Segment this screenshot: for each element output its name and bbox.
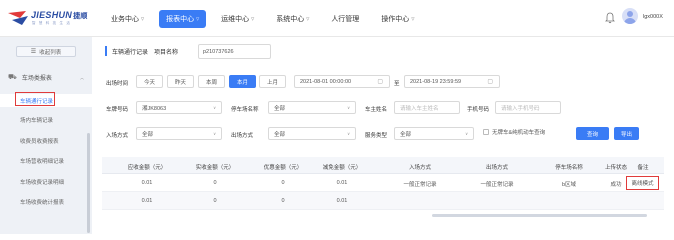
sidebar: ☰ 收起列表 ⛟ 车场类报表 ︿ 车辆通行记录 场内车辆记录 收费员收费报表 车… <box>0 37 92 234</box>
page-title-bar: 车辆通行记录 项目名称 <box>105 45 181 57</box>
calendar-icon: ▢ <box>487 79 493 85</box>
nav-reports[interactable]: 报表中心 ▽ <box>159 9 207 28</box>
chevron-down-icon: ∨ <box>213 131 216 136</box>
phone-input[interactable]: 请输入手机号码 <box>495 101 561 114</box>
collapse-list-button[interactable]: ☰ 收起列表 <box>16 46 76 57</box>
main-nav: 业务中心 ▽ 报表中心 ▽ 运维中心 ▽ 系统中心 ▽ 人行管理 操作中心 ▽ <box>104 0 429 37</box>
col-discount: 优惠金额（元） <box>263 165 303 171</box>
logo-icon <box>8 11 28 25</box>
col-lot-name: 停车场名称 <box>555 165 583 171</box>
service-type-select[interactable]: 全部 ∨ <box>394 127 474 140</box>
sidebar-item-fee-stats[interactable]: 车场收费统计报表 <box>0 195 92 208</box>
table-horizontal-scrollbar[interactable] <box>432 214 647 217</box>
quick-yesterday-button[interactable]: 昨天 <box>167 75 194 88</box>
owner-name-input[interactable]: 请输入车主姓名 <box>394 101 460 114</box>
start-datetime-field[interactable]: 2021-08-01 00:00:00 ▢ <box>294 75 390 88</box>
brand-name: JIESHUN捷顺 <box>31 10 88 20</box>
avatar[interactable] <box>622 8 638 24</box>
chevron-down-icon: ∨ <box>347 105 350 110</box>
to-label: 至 <box>394 81 400 87</box>
entry-mode-select[interactable]: 全部 ∨ <box>136 127 222 140</box>
col-upload-status: 上传状态 <box>604 165 628 171</box>
sidebar-scrollbar[interactable] <box>87 133 90 233</box>
sidebar-item-fee-detail[interactable]: 车场收费记录明细 <box>0 175 92 188</box>
bell-icon[interactable] <box>605 12 615 24</box>
lot-name-label: 停车场名称 <box>231 107 259 113</box>
page-title: 车辆通行记录 <box>112 49 149 56</box>
nav-pedestrian[interactable]: 人行管理 <box>324 10 366 28</box>
phone-label: 手机号码 <box>467 107 490 113</box>
col-receivable: 应收金额（元） <box>127 165 167 171</box>
chevron-down-icon: ▽ <box>141 16 145 21</box>
service-type-label: 服务类型 <box>365 133 388 139</box>
remark-offline-mode: 离线模式 <box>626 176 659 190</box>
chevron-down-icon: ▽ <box>251 16 255 21</box>
table-header: 应收金额（元） 实收金额（元） 优惠金额（元） 减免金额（元） 入场方式 出场方… <box>102 157 664 174</box>
entry-mode-label: 入场方式 <box>106 133 129 139</box>
nav-operations[interactable]: 运维中心 ▽ <box>214 10 261 28</box>
sidebar-group-parking-reports[interactable]: ⛟ 车场类报表 ︿ <box>8 73 92 82</box>
search-button[interactable]: 查询 <box>576 127 609 140</box>
sidebar-item-cashier-report[interactable]: 收费员收费报表 <box>0 134 92 147</box>
brand-tagline: 智 慧 科 技 生 活 <box>32 21 72 25</box>
sidebar-item-revenue-detail[interactable]: 车场营收明细记录 <box>0 154 92 167</box>
chevron-down-icon: ∨ <box>347 131 350 136</box>
main-content: 车辆通行记录 项目名称 p210737626 出场时间 今天 昨天 本周 本月 … <box>92 37 674 234</box>
project-name-field[interactable]: p210737626 <box>198 44 271 59</box>
quick-last-month-button[interactable]: 上月 <box>259 75 286 88</box>
plate-number-field[interactable]: 湘JK8063 ∨ <box>136 101 222 114</box>
plate-label: 车牌号码 <box>106 107 129 113</box>
nav-system[interactable]: 系统中心 ▽ <box>269 10 316 28</box>
nav-business[interactable]: 业务中心 ▽ <box>104 10 151 28</box>
table-row[interactable]: 0.01 0 0 0.01 一般正常记录 一般正常记录 b区域 成功 离线模式 <box>102 174 664 192</box>
col-waiver: 减免金额（元） <box>322 165 362 171</box>
parking-lot-select[interactable]: 全部 ∨ <box>268 101 356 114</box>
col-entry-mode: 入场方式 <box>408 165 432 171</box>
exit-mode-select[interactable]: 全部 ∨ <box>268 127 356 140</box>
export-button[interactable]: 导出 <box>614 127 639 140</box>
checkbox-icon <box>483 129 489 135</box>
col-received: 实收金额（元） <box>195 165 235 171</box>
chevron-down-icon: ▽ <box>411 16 415 21</box>
project-label: 项目名称 <box>154 49 179 56</box>
exit-mode-label: 出场方式 <box>231 133 254 139</box>
table-row[interactable]: 0.01 0 0 0.01 <box>102 192 664 210</box>
chevron-down-icon: ▽ <box>306 16 310 21</box>
parking-icon: ⛟ <box>8 74 17 81</box>
calendar-icon: ▢ <box>377 79 383 85</box>
top-navbar: JIESHUN捷顺 智 慧 科 技 生 活 业务中心 ▽ 报表中心 ▽ 运维中心 ▽ … <box>0 0 674 37</box>
quick-this-week-button[interactable]: 本周 <box>198 75 225 88</box>
chevron-down-icon: ∨ <box>213 105 216 110</box>
sidebar-item-vehicles-inside[interactable]: 场内车辆记录 <box>0 113 92 126</box>
owner-name-label: 车主姓名 <box>365 107 388 113</box>
username[interactable]: lgx000X <box>643 14 663 20</box>
col-exit-mode: 出场方式 <box>485 165 509 171</box>
end-datetime-field[interactable]: 2021-08-19 23:59:59 ▢ <box>404 75 500 88</box>
brand-logo[interactable]: JIESHUN捷顺 智 慧 科 技 生 活 <box>8 8 98 30</box>
quick-today-button[interactable]: 今天 <box>136 75 163 88</box>
nonplate-checkbox[interactable]: 无牌车&纯机动车查询 <box>483 128 545 136</box>
chevron-down-icon: ▽ <box>196 16 200 21</box>
exit-time-label: 出场时间 <box>106 81 129 87</box>
chevron-up-icon: ︿ <box>80 74 84 80</box>
col-remark: 备注 <box>637 165 649 171</box>
quick-this-month-button[interactable]: 本月 <box>229 75 256 88</box>
chevron-down-icon: ∨ <box>465 131 468 136</box>
nav-ops-center[interactable]: 操作中心 ▽ <box>374 10 421 28</box>
menu-icon: ☰ <box>30 49 37 55</box>
highlight-annotation <box>15 92 55 106</box>
